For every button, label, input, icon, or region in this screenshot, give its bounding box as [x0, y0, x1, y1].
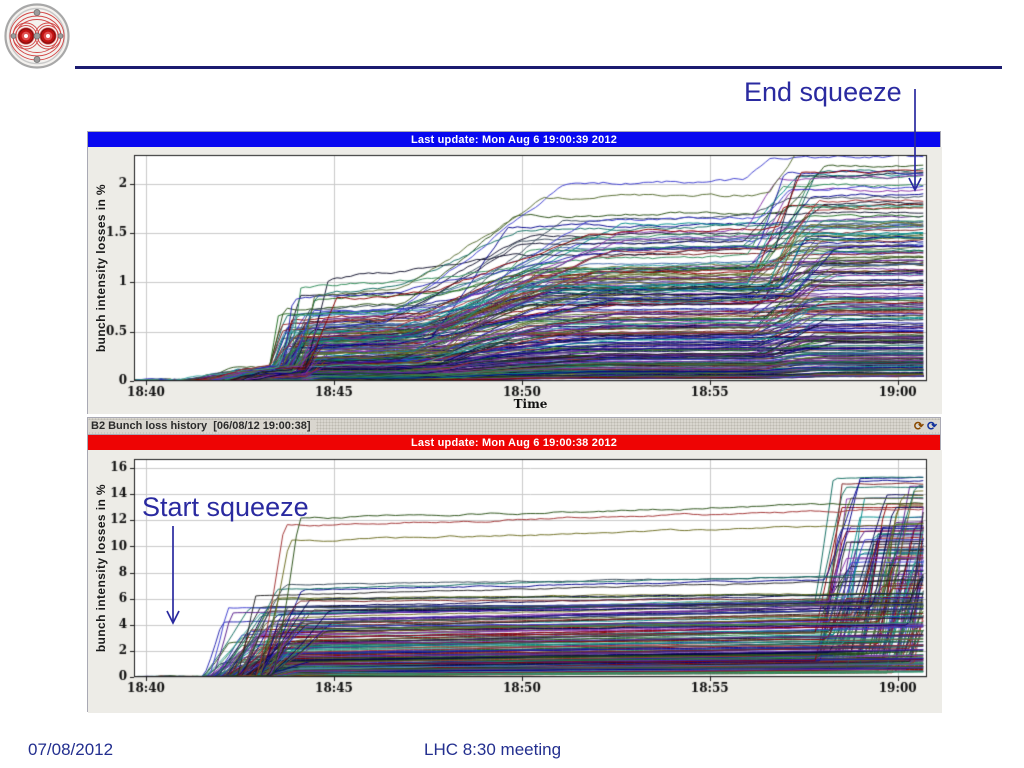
b2-y-axis-label: bunch intensity losses in % — [94, 483, 108, 653]
b1-loss-window: Last update: Mon Aug 6 19:00:39 2012 bun… — [87, 131, 942, 414]
end-squeeze-label: End squeeze — [744, 77, 902, 107]
b2-loss-chart-canvas — [88, 450, 942, 713]
b1-y-axis-label: bunch intensity losses in % — [94, 183, 108, 353]
b1-last-update-text: Last update: Mon Aug 6 19:00:39 2012 — [410, 133, 618, 146]
refresh-icon[interactable]: ⟳ — [914, 420, 924, 432]
header-rule — [75, 66, 1002, 69]
b1-x-axis-label: Time — [513, 397, 548, 411]
b1-titlebar: Last update: Mon Aug 6 19:00:39 2012 — [88, 132, 940, 147]
slide-date: 07/08/2012 — [28, 740, 114, 759]
b2-last-update-text: Last update: Mon Aug 6 19:00:38 2012 — [410, 436, 618, 449]
b2-titlebar: Last update: Mon Aug 6 19:00:38 2012 — [88, 435, 940, 450]
slide-title: LHC 8:30 meeting — [424, 740, 562, 759]
b2-window-title: B2 Bunch loss history [06/08/12 19:00:38… — [88, 420, 317, 432]
lhc-logo — [4, 3, 70, 69]
start-squeeze-arrow — [166, 526, 180, 625]
b1-loss-chart-canvas — [88, 147, 942, 414]
b2-window-toolbar: B2 Bunch loss history [06/08/12 19:00:38… — [87, 417, 941, 434]
start-squeeze-label: Start squeeze — [142, 492, 309, 522]
b2-loss-window: Last update: Mon Aug 6 19:00:38 2012 bun… — [87, 434, 942, 713]
refresh-icon[interactable]: ⟳ — [927, 420, 937, 432]
end-squeeze-arrow — [908, 89, 922, 192]
